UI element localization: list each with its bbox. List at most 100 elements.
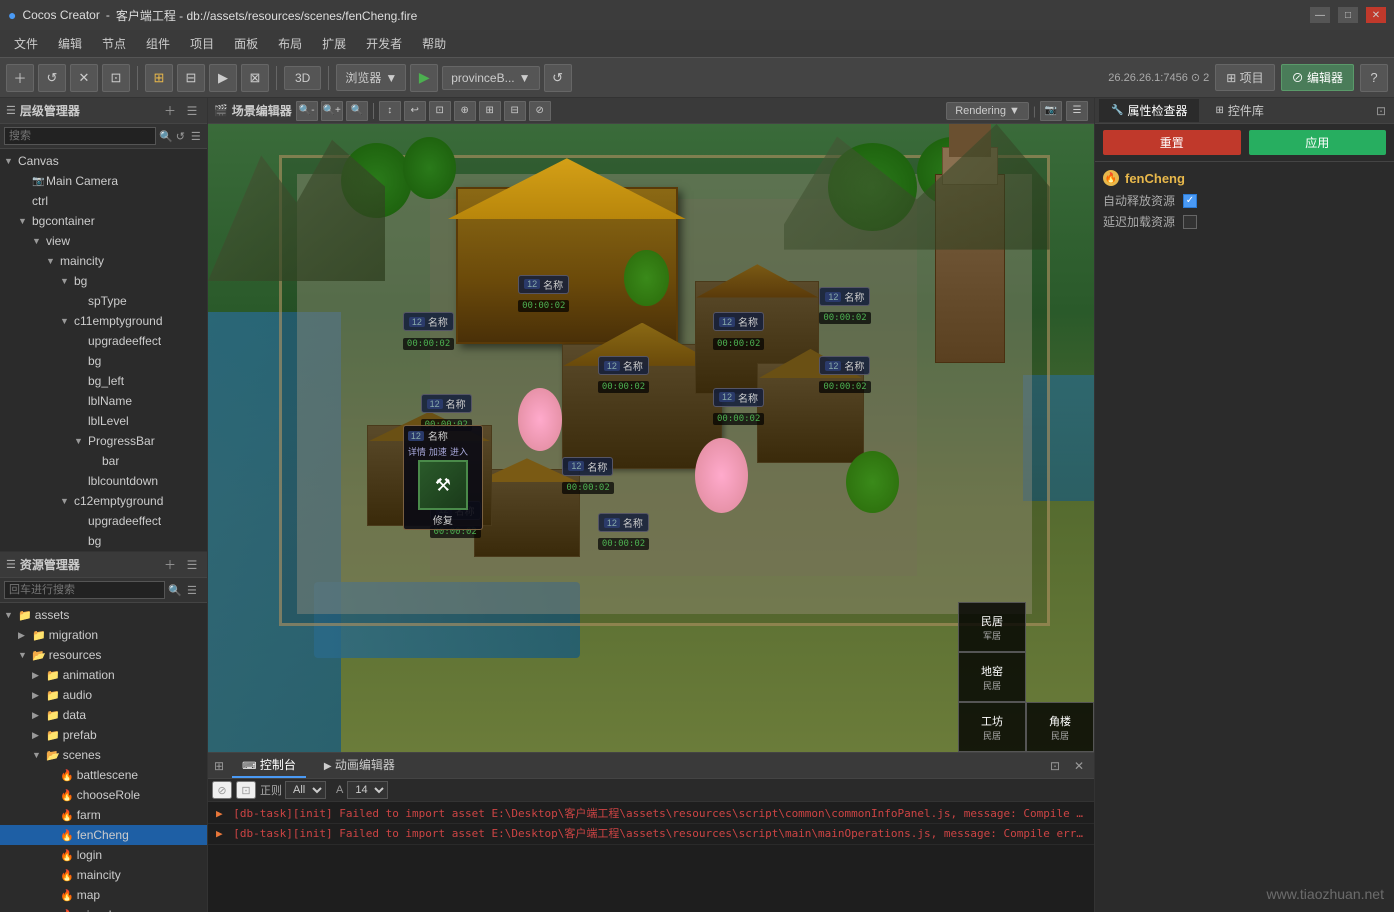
add-button[interactable]: ＋ [6,64,34,92]
scene-options-btn[interactable]: ☰ [1066,101,1088,121]
asset-item-animation[interactable]: ▶ 📁 animation [0,665,207,685]
action-enter[interactable]: 进入 [450,445,468,458]
close-button[interactable]: ✕ [70,64,98,92]
hierarchy-filter-icon[interactable]: ↺ [176,130,188,143]
toggle-view[interactable]: ▼ [32,236,46,246]
toggle-c11emptyground[interactable]: ▼ [60,316,74,326]
asset-item-farm[interactable]: 🔥 farm [0,805,207,825]
tree-item-maincity[interactable]: ▼ maincity [0,251,207,271]
br-minjv[interactable]: 民居 军居 [958,602,1026,652]
console-copy-btn[interactable]: ⊡ [236,781,256,799]
console-settings-icon[interactable]: ⊡ [1046,757,1064,775]
tree-item-bar[interactable]: bar [0,451,207,471]
asset-settings-icon[interactable]: ☰ [183,556,201,574]
tree-item-upgradeeffect-1[interactable]: upgradeeffect [0,331,207,351]
tree-item-bg-left[interactable]: bg_left [0,371,207,391]
tool-rect[interactable]: ▶ [209,64,237,92]
tree-item-bg[interactable]: ▼ bg [0,271,207,291]
toggle-canvas[interactable]: ▼ [4,156,18,166]
tab-animation-editor[interactable]: ▶ 动画编辑器 [314,753,405,778]
menu-layout[interactable]: 布局 [268,31,312,56]
scene-scale-btn[interactable]: ⊡ [429,101,451,121]
menu-developer[interactable]: 开发者 [356,31,412,56]
tree-item-bgcontainer[interactable]: ▼ bgcontainer [0,211,207,231]
asset-item-map[interactable]: 🔥 map [0,885,207,905]
scene-zoom-in-button[interactable]: 🔍+ [321,101,343,121]
tree-item-bg3[interactable]: bg [0,531,207,551]
toggle-resources[interactable]: ▼ [18,650,32,660]
upgrade-dialog[interactable]: 12 名称 详情 加速 进入 ⚒ 修复 [403,425,483,530]
editor-button[interactable]: ⊘ 编辑器 [1281,64,1354,91]
tree-item-sptype[interactable]: spType [0,291,207,311]
help-button[interactable]: ? [1360,64,1388,92]
tree-item-bg2[interactable]: bg [0,351,207,371]
tool-scale[interactable]: ⊠ [241,64,269,92]
project-button[interactable]: ⊞ 项目 [1215,64,1274,91]
asset-item-prefab[interactable]: ▶ 📁 prefab [0,725,207,745]
upgrade-icon-box[interactable]: ⚒ [418,460,468,510]
hierarchy-search-input[interactable] [4,127,156,145]
scene-rotate-btn[interactable]: ↩ [404,101,426,121]
tab-components[interactable]: ⊞ 控件库 [1203,99,1275,122]
scene-grid-btn[interactable]: ⊟ [504,101,526,121]
menu-file[interactable]: 文件 [4,31,48,56]
toggle-assets[interactable]: ▼ [4,610,18,620]
asset-add-icon[interactable]: ＋ [161,556,179,574]
hierarchy-add-icon[interactable]: ＋ [161,102,179,120]
rendering-dropdown[interactable]: Rendering ▼ [946,102,1029,120]
scene-zoom-out-button[interactable]: 🔍- [296,101,318,121]
scene-viewport[interactable]: 12 名称 00:00:02 12 名称 00:00:02 12 [208,124,1094,752]
console-clear-btn[interactable]: ⊘ [212,781,232,799]
hierarchy-more-icon[interactable]: ☰ [191,130,203,143]
right-settings-icon[interactable]: ⊡ [1372,102,1390,120]
action-upgrade[interactable]: 加速 [429,445,447,458]
asset-item-resources[interactable]: ▼ 📂 resources [0,645,207,665]
tree-item-upgradeeffect-2[interactable]: upgradeeffect [0,511,207,531]
refresh-scene-button[interactable]: ↺ [544,64,572,92]
hierarchy-settings-icon[interactable]: ☰ [183,102,201,120]
tool-anchor[interactable]: ⊟ [177,64,205,92]
font-size-select[interactable]: 14 [347,781,388,799]
toggle-progressbar[interactable]: ▼ [74,436,88,446]
scene-snap-btn[interactable]: ⊞ [479,101,501,121]
reset-button[interactable]: 重置 [1103,130,1241,155]
asset-search-icon[interactable]: 🔍 [168,584,184,597]
tree-item-view[interactable]: ▼ view [0,231,207,251]
menu-node[interactable]: 节点 [92,31,136,56]
scene-zoom-fit-button[interactable]: 🔍 [346,101,368,121]
tree-item-lbllevel[interactable]: lblLevel [0,411,207,431]
asset-item-maincity[interactable]: 🔥 maincity [0,865,207,885]
tab-properties[interactable]: 🔧 属性检查器 [1099,99,1199,122]
hierarchy-search-icon[interactable]: 🔍 [159,130,173,143]
tree-item-lblname[interactable]: lblName [0,391,207,411]
asset-search-input[interactable] [4,581,165,599]
prop-checkbox-1[interactable]: ✓ [1183,194,1197,208]
minimize-button[interactable]: — [1310,7,1330,23]
3d-toggle[interactable]: 3D [284,66,321,90]
grid-button[interactable]: ⊡ [102,64,130,92]
scene-debug-btn[interactable]: ⊘ [529,101,551,121]
asset-item-battlescene[interactable]: 🔥 battlescene [0,765,207,785]
menu-project[interactable]: 项目 [180,31,224,56]
tree-item-c12emptyground[interactable]: ▼ c12emptyground [0,491,207,511]
scene-anchor-btn[interactable]: ⊕ [454,101,476,121]
asset-item-migration[interactable]: ▶ 📁 migration [0,625,207,645]
tree-item-c11emptyground[interactable]: ▼ c11emptyground [0,311,207,331]
play-button[interactable]: ▶ [410,64,438,92]
br-diyao[interactable]: 地窑 民居 [958,652,1026,702]
menu-extend[interactable]: 扩展 [312,31,356,56]
br-jiaolou[interactable]: 角楼 民居 [1026,702,1094,752]
tree-item-ctrl[interactable]: ctrl [0,191,207,211]
asset-item-chooserole[interactable]: 🔥 chooseRole [0,785,207,805]
tree-item-progressbar[interactable]: ▼ ProgressBar [0,431,207,451]
tool-move[interactable]: ⊞ [145,64,173,92]
tree-item-lblcountdown[interactable]: lblcountdown [0,471,207,491]
asset-item-data[interactable]: ▶ 📁 data [0,705,207,725]
asset-item-scenes[interactable]: ▼ 📂 scenes [0,745,207,765]
br-gongfang[interactable]: 工坊 民居 [958,702,1026,752]
asset-item-assets[interactable]: ▼ 📁 assets [0,605,207,625]
asset-filter-icon[interactable]: ☰ [187,584,203,597]
asset-item-fencheng[interactable]: 🔥 fenCheng [0,825,207,845]
tree-item-main-camera[interactable]: 📷 Main Camera [0,171,207,191]
menu-panel[interactable]: 面板 [224,31,268,56]
